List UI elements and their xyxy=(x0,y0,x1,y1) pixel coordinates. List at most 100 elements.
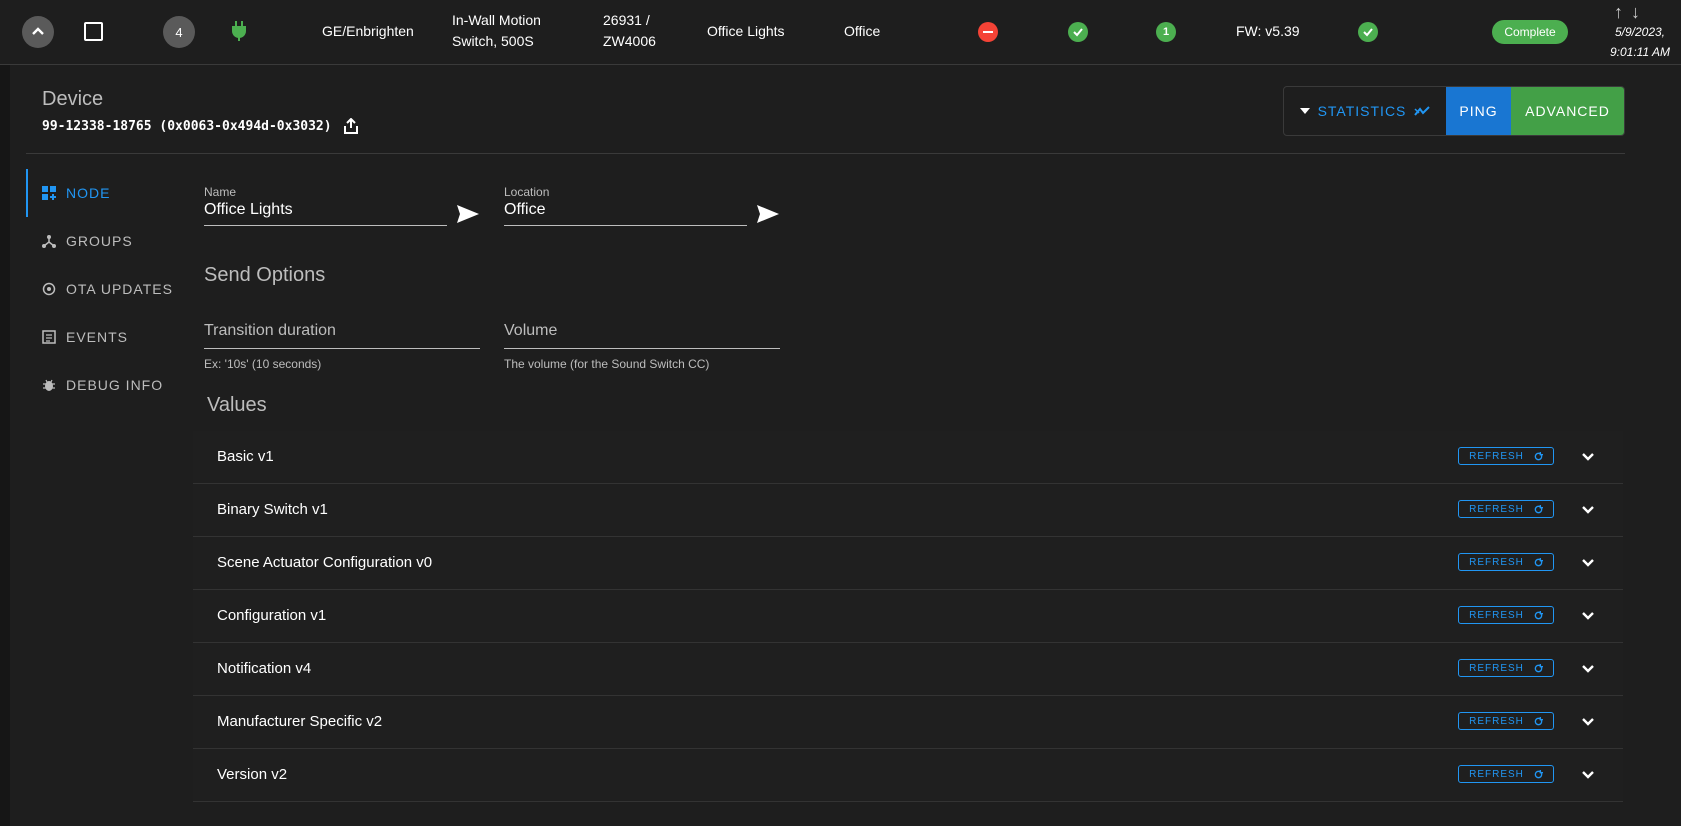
refresh-label: REFRESH xyxy=(1469,503,1524,515)
expand-chevron-icon[interactable] xyxy=(1581,714,1595,732)
location-cell: Office xyxy=(844,23,881,39)
expand-chevron-icon[interactable] xyxy=(1581,661,1595,679)
refresh-icon xyxy=(1534,557,1543,566)
value-row-label: Manufacturer Specific v2 xyxy=(217,713,383,730)
refresh-label: REFRESH xyxy=(1469,662,1524,674)
refresh-button[interactable]: REFRESH xyxy=(1458,500,1554,518)
values-list: Basic v1 REFRESH Binary Switch v1 REFRES… xyxy=(193,431,1623,802)
refresh-button[interactable]: REFRESH xyxy=(1458,659,1554,677)
expand-chevron-icon[interactable] xyxy=(1581,608,1595,626)
nav-item-node[interactable]: NODE xyxy=(26,169,186,217)
value-row-label: Notification v4 xyxy=(217,660,312,677)
value-row[interactable]: Notification v4 REFRESH xyxy=(193,643,1623,696)
left-edge xyxy=(0,0,10,826)
row-select-checkbox[interactable] xyxy=(84,22,103,41)
value-row-label: Scene Actuator Configuration v0 xyxy=(217,554,433,571)
name-cell: Office Lights xyxy=(707,23,785,39)
hierarchy-icon xyxy=(42,235,56,248)
product-code-cell: 26931 / ZW4006 xyxy=(603,10,656,52)
nav-item-label: DEBUG INFO xyxy=(66,377,164,393)
send-name-icon[interactable] xyxy=(456,204,480,229)
firmware-cell: FW: v5.39 xyxy=(1236,23,1300,39)
product-line-1: In-Wall Motion xyxy=(452,12,541,28)
manufacturer-cell: GE/Enbrighten xyxy=(322,23,414,39)
value-row[interactable]: Version v2 REFRESH xyxy=(193,749,1623,802)
statistics-button[interactable]: STATISTICS xyxy=(1284,87,1446,135)
nav-item-events[interactable]: EVENTS xyxy=(26,313,186,361)
product-line-2: Switch, 500S xyxy=(452,33,534,49)
bug-icon xyxy=(43,379,55,391)
caret-down-icon xyxy=(1299,108,1310,114)
value-row[interactable]: Binary Switch v1 REFRESH xyxy=(193,484,1623,537)
list-box-icon xyxy=(42,330,56,344)
value-row-label: Basic v1 xyxy=(217,448,274,465)
refresh-button[interactable]: REFRESH xyxy=(1458,447,1554,465)
expand-chevron-icon[interactable] xyxy=(1581,555,1595,573)
status-badge: Complete xyxy=(1492,20,1568,44)
refresh-icon xyxy=(1534,769,1543,778)
divider xyxy=(26,153,1625,154)
nav-item-label: OTA UPDATES xyxy=(66,281,173,297)
collapse-row-button[interactable] xyxy=(22,16,54,48)
value-row[interactable]: Manufacturer Specific v2 REFRESH xyxy=(193,696,1623,749)
refresh-icon xyxy=(1534,663,1543,672)
volume-field[interactable]: Volume The volume (for the Sound Switch … xyxy=(504,322,780,371)
check-circle-icon xyxy=(1358,22,1378,42)
expand-chevron-icon[interactable] xyxy=(1581,502,1595,520)
expand-chevron-icon[interactable] xyxy=(1581,449,1595,467)
name-field-label: Name xyxy=(204,185,237,199)
refresh-button[interactable]: REFRESH xyxy=(1458,712,1554,730)
name-field-value[interactable]: Office Lights xyxy=(204,201,447,219)
power-plug-icon xyxy=(231,21,247,46)
refresh-label: REFRESH xyxy=(1469,556,1524,568)
ping-button[interactable]: PING xyxy=(1446,87,1511,135)
refresh-button[interactable]: REFRESH xyxy=(1458,553,1554,571)
value-row-label: Version v2 xyxy=(217,766,288,783)
update-icon xyxy=(42,282,56,296)
timestamp-time: 9:01:11 AM xyxy=(1609,45,1671,59)
security-error-icon xyxy=(978,22,998,42)
refresh-label: REFRESH xyxy=(1469,450,1524,462)
sort-arrows-icon[interactable]: ↑↓ xyxy=(1614,2,1648,23)
refresh-icon xyxy=(1534,716,1543,725)
value-row-label: Configuration v1 xyxy=(217,607,327,624)
value-row[interactable]: Scene Actuator Configuration v0 REFRESH xyxy=(193,537,1623,590)
value-row[interactable]: Configuration v1 REFRESH xyxy=(193,590,1623,643)
timestamp-date: 5/9/2023, xyxy=(1614,25,1666,39)
volume-placeholder[interactable]: Volume xyxy=(504,322,780,340)
refresh-label: REFRESH xyxy=(1469,715,1524,727)
refresh-label: REFRESH xyxy=(1469,609,1524,621)
code-line-1: 26931 / xyxy=(603,12,650,28)
transition-duration-field[interactable]: Transition duration Ex: '10s' (10 second… xyxy=(204,322,480,371)
device-title: Device xyxy=(42,88,104,110)
refresh-icon xyxy=(1534,610,1543,619)
node-table-row[interactable]: 4 GE/Enbrighten In-Wall Motion Switch, 5… xyxy=(0,0,1681,65)
nav-item-ota-updates[interactable]: OTA UPDATES xyxy=(26,265,186,313)
value-row-label: Binary Switch v1 xyxy=(217,501,328,518)
node-side-nav: NODE GROUPS OTA UPDATES EVENTS DEBUG INF… xyxy=(26,169,186,409)
statistics-label: STATISTICS xyxy=(1317,103,1407,119)
volume-hint: The volume (for the Sound Switch CC) xyxy=(504,357,710,371)
refresh-icon xyxy=(1534,504,1543,513)
chevron-up-icon xyxy=(32,27,44,35)
nav-item-debug-info[interactable]: DEBUG INFO xyxy=(26,361,186,409)
nav-item-label: EVENTS xyxy=(66,329,129,345)
values-heading: Values xyxy=(207,394,267,416)
send-location-icon[interactable] xyxy=(756,204,780,229)
nav-item-label: GROUPS xyxy=(66,233,133,249)
location-field-value[interactable]: Office xyxy=(504,201,747,219)
name-field[interactable]: Name Office Lights xyxy=(204,185,447,226)
expand-chevron-icon[interactable] xyxy=(1581,767,1595,785)
refresh-button[interactable]: REFRESH xyxy=(1458,606,1554,624)
export-icon[interactable] xyxy=(344,117,358,139)
code-line-2: ZW4006 xyxy=(603,33,656,49)
advanced-button[interactable]: ADVANCED xyxy=(1511,87,1624,135)
interview-count-badge: 1 xyxy=(1156,22,1176,42)
transition-duration-hint: Ex: '10s' (10 seconds) xyxy=(204,357,322,371)
location-field[interactable]: Location Office xyxy=(504,185,747,226)
value-row[interactable]: Basic v1 REFRESH xyxy=(193,431,1623,484)
refresh-button[interactable]: REFRESH xyxy=(1458,765,1554,783)
refresh-icon xyxy=(1534,451,1543,460)
transition-duration-placeholder[interactable]: Transition duration xyxy=(204,322,480,340)
nav-item-groups[interactable]: GROUPS xyxy=(26,217,186,265)
